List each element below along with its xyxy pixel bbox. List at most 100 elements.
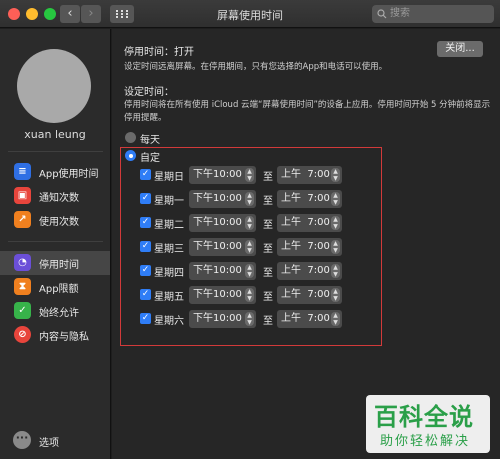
schedule-title: 设定时间： bbox=[124, 87, 174, 98]
day-checkbox[interactable]: ✓ bbox=[140, 169, 151, 180]
start-time-field[interactable]: 下午10:00 ▲ ▼ bbox=[189, 310, 256, 328]
schedule-row-tuesday: ✓ 星期二 下午10:00 ▲ ▼ 至 上午 7:00 ▲ ▼ bbox=[112, 214, 382, 232]
day-checkbox[interactable]: ✓ bbox=[140, 193, 151, 204]
end-time-field[interactable]: 上午 7:00 ▲ ▼ bbox=[277, 286, 342, 304]
sidebar: xuan leung ≡ App使用时间 ▣ 通知次数 ↗ 使用次数 ◔ 停用时… bbox=[0, 29, 111, 459]
sidebar-item-app-usage[interactable]: ≡ App使用时间 bbox=[0, 160, 110, 184]
stepper-icon: ▲ ▼ bbox=[331, 240, 340, 254]
title-bar: ‹ › 屏幕使用时间 搜索 bbox=[0, 0, 500, 28]
to-label: 至 bbox=[263, 316, 273, 327]
schedule-row-thursday: ✓ 星期四 下午10:00 ▲ ▼ 至 上午 7:00 ▲ ▼ bbox=[112, 262, 382, 280]
sidebar-item-label: App限额 bbox=[39, 284, 79, 295]
sidebar-item-notifications[interactable]: ▣ 通知次数 bbox=[0, 184, 110, 208]
user-name: xuan leung bbox=[24, 128, 86, 141]
schedule-row-saturday: ✓ 星期六 下午10:00 ▲ ▼ 至 上午 7:00 ▲ ▼ bbox=[112, 310, 382, 328]
custom-radio[interactable] bbox=[125, 150, 136, 161]
start-time-field[interactable]: 下午10:00 ▲ ▼ bbox=[189, 262, 256, 280]
end-time-field[interactable]: 上午 7:00 ▲ ▼ bbox=[277, 214, 342, 232]
end-time-field[interactable]: 上午 7:00 ▲ ▼ bbox=[277, 262, 342, 280]
sidebar-item-content-privacy[interactable]: ⊘ 内容与隐私 bbox=[0, 323, 110, 347]
schedule-description-line2: 停用提醒。 bbox=[124, 113, 167, 123]
day-label: 星期三 bbox=[154, 244, 184, 255]
watermark-line2: 助你轻松解决 bbox=[380, 434, 471, 449]
to-label: 至 bbox=[263, 172, 273, 183]
custom-label: 自定 bbox=[140, 153, 160, 164]
day-label: 星期五 bbox=[154, 292, 184, 303]
divider bbox=[8, 151, 103, 152]
day-label: 星期四 bbox=[154, 268, 184, 279]
sidebar-item-label: App使用时间 bbox=[39, 169, 99, 180]
stepper-icon: ▲ ▼ bbox=[331, 216, 340, 230]
pickups-icon: ↗ bbox=[14, 211, 31, 228]
sidebar-item-label: 使用次数 bbox=[39, 217, 79, 228]
sidebar-item-pickups[interactable]: ↗ 使用次数 bbox=[0, 208, 110, 232]
downtime-description: 设定时间远离屏幕。在停用期间，只有您选择的App和电话可以使用。 bbox=[124, 62, 388, 72]
downtime-header: 停用时间：打开 bbox=[124, 43, 194, 58]
stepper-icon: ▲ ▼ bbox=[245, 168, 254, 182]
downtime-status: 打开 bbox=[174, 47, 194, 58]
downtime-icon: ◔ bbox=[14, 254, 31, 271]
day-checkbox[interactable]: ✓ bbox=[140, 265, 151, 276]
options-button-label[interactable]: 选项 bbox=[39, 434, 59, 449]
avatar bbox=[17, 49, 91, 123]
sidebar-item-downtime[interactable]: ◔ 停用时间 bbox=[0, 251, 110, 275]
always-allowed-icon: ✓ bbox=[14, 302, 31, 319]
stepper-icon: ▲ ▼ bbox=[331, 192, 340, 206]
turn-off-button[interactable]: 关闭... bbox=[437, 41, 483, 57]
to-label: 至 bbox=[263, 196, 273, 207]
day-checkbox[interactable]: ✓ bbox=[140, 241, 151, 252]
to-label: 至 bbox=[263, 220, 273, 231]
app-usage-icon: ≡ bbox=[14, 163, 31, 180]
sidebar-item-always-allowed[interactable]: ✓ 始终允许 bbox=[0, 299, 110, 323]
start-time-field[interactable]: 下午10:00 ▲ ▼ bbox=[189, 190, 256, 208]
notifications-icon: ▣ bbox=[14, 187, 31, 204]
stepper-icon: ▲ ▼ bbox=[245, 312, 254, 326]
stepper-icon: ▲ ▼ bbox=[245, 288, 254, 302]
stepper-icon: ▲ ▼ bbox=[245, 192, 254, 206]
watermark-line1: 百科全说 bbox=[374, 403, 474, 431]
sidebar-item-label: 通知次数 bbox=[39, 193, 79, 204]
day-label: 星期日 bbox=[154, 172, 184, 183]
stepper-icon: ▲ ▼ bbox=[331, 312, 340, 326]
day-label: 星期二 bbox=[154, 220, 184, 231]
watermark-logo: 百科全说 助你轻松解决 bbox=[366, 395, 490, 453]
end-time-field[interactable]: 上午 7:00 ▲ ▼ bbox=[277, 190, 342, 208]
downtime-title: 停用时间： bbox=[124, 47, 174, 58]
search-input[interactable]: 搜索 bbox=[372, 5, 494, 23]
schedule-row-sunday: ✓ 星期日 下午10:00 ▲ ▼ 至 上午 7:00 ▲ ▼ bbox=[112, 166, 382, 184]
stepper-icon: ▲ ▼ bbox=[331, 168, 340, 182]
end-time-field[interactable]: 上午 7:00 ▲ ▼ bbox=[277, 166, 342, 184]
search-icon bbox=[377, 9, 387, 19]
start-time-field[interactable]: 下午10:00 ▲ ▼ bbox=[189, 238, 256, 256]
schedule-description-line1: 停用时间将在所有使用 iCloud 云端“屏幕使用时间”的设备上应用。停用时间开… bbox=[124, 100, 491, 110]
stepper-icon: ▲ ▼ bbox=[331, 288, 340, 302]
sidebar-item-label: 停用时间 bbox=[39, 260, 79, 271]
start-time-field[interactable]: 下午10:00 ▲ ▼ bbox=[189, 286, 256, 304]
sidebar-item-app-limits[interactable]: ⧗ App限额 bbox=[0, 275, 110, 299]
to-label: 至 bbox=[263, 244, 273, 255]
day-checkbox[interactable]: ✓ bbox=[140, 313, 151, 324]
day-checkbox[interactable]: ✓ bbox=[140, 217, 151, 228]
end-time-field[interactable]: 上午 7:00 ▲ ▼ bbox=[277, 310, 342, 328]
app-limits-icon: ⧗ bbox=[14, 278, 31, 295]
end-time-field[interactable]: 上午 7:00 ▲ ▼ bbox=[277, 238, 342, 256]
search-placeholder: 搜索 bbox=[390, 8, 410, 19]
every-day-label: 每天 bbox=[140, 135, 160, 146]
every-day-radio[interactable] bbox=[125, 132, 136, 143]
to-label: 至 bbox=[263, 268, 273, 279]
day-label: 星期六 bbox=[154, 316, 184, 327]
stepper-icon: ▲ ▼ bbox=[245, 240, 254, 254]
sidebar-item-label: 内容与隐私 bbox=[39, 332, 89, 343]
to-label: 至 bbox=[263, 292, 273, 303]
stepper-icon: ▲ ▼ bbox=[245, 264, 254, 278]
start-time-field[interactable]: 下午10:00 ▲ ▼ bbox=[189, 214, 256, 232]
options-icon[interactable]: ··· bbox=[13, 431, 31, 449]
day-label: 星期一 bbox=[154, 196, 184, 207]
start-time-field[interactable]: 下午10:00 ▲ ▼ bbox=[189, 166, 256, 184]
day-checkbox[interactable]: ✓ bbox=[140, 289, 151, 300]
schedule-row-friday: ✓ 星期五 下午10:00 ▲ ▼ 至 上午 7:00 ▲ ▼ bbox=[112, 286, 382, 304]
content-privacy-icon: ⊘ bbox=[14, 326, 31, 343]
sidebar-item-label: 始终允许 bbox=[39, 308, 79, 319]
divider bbox=[8, 241, 103, 242]
stepper-icon: ▲ ▼ bbox=[331, 264, 340, 278]
